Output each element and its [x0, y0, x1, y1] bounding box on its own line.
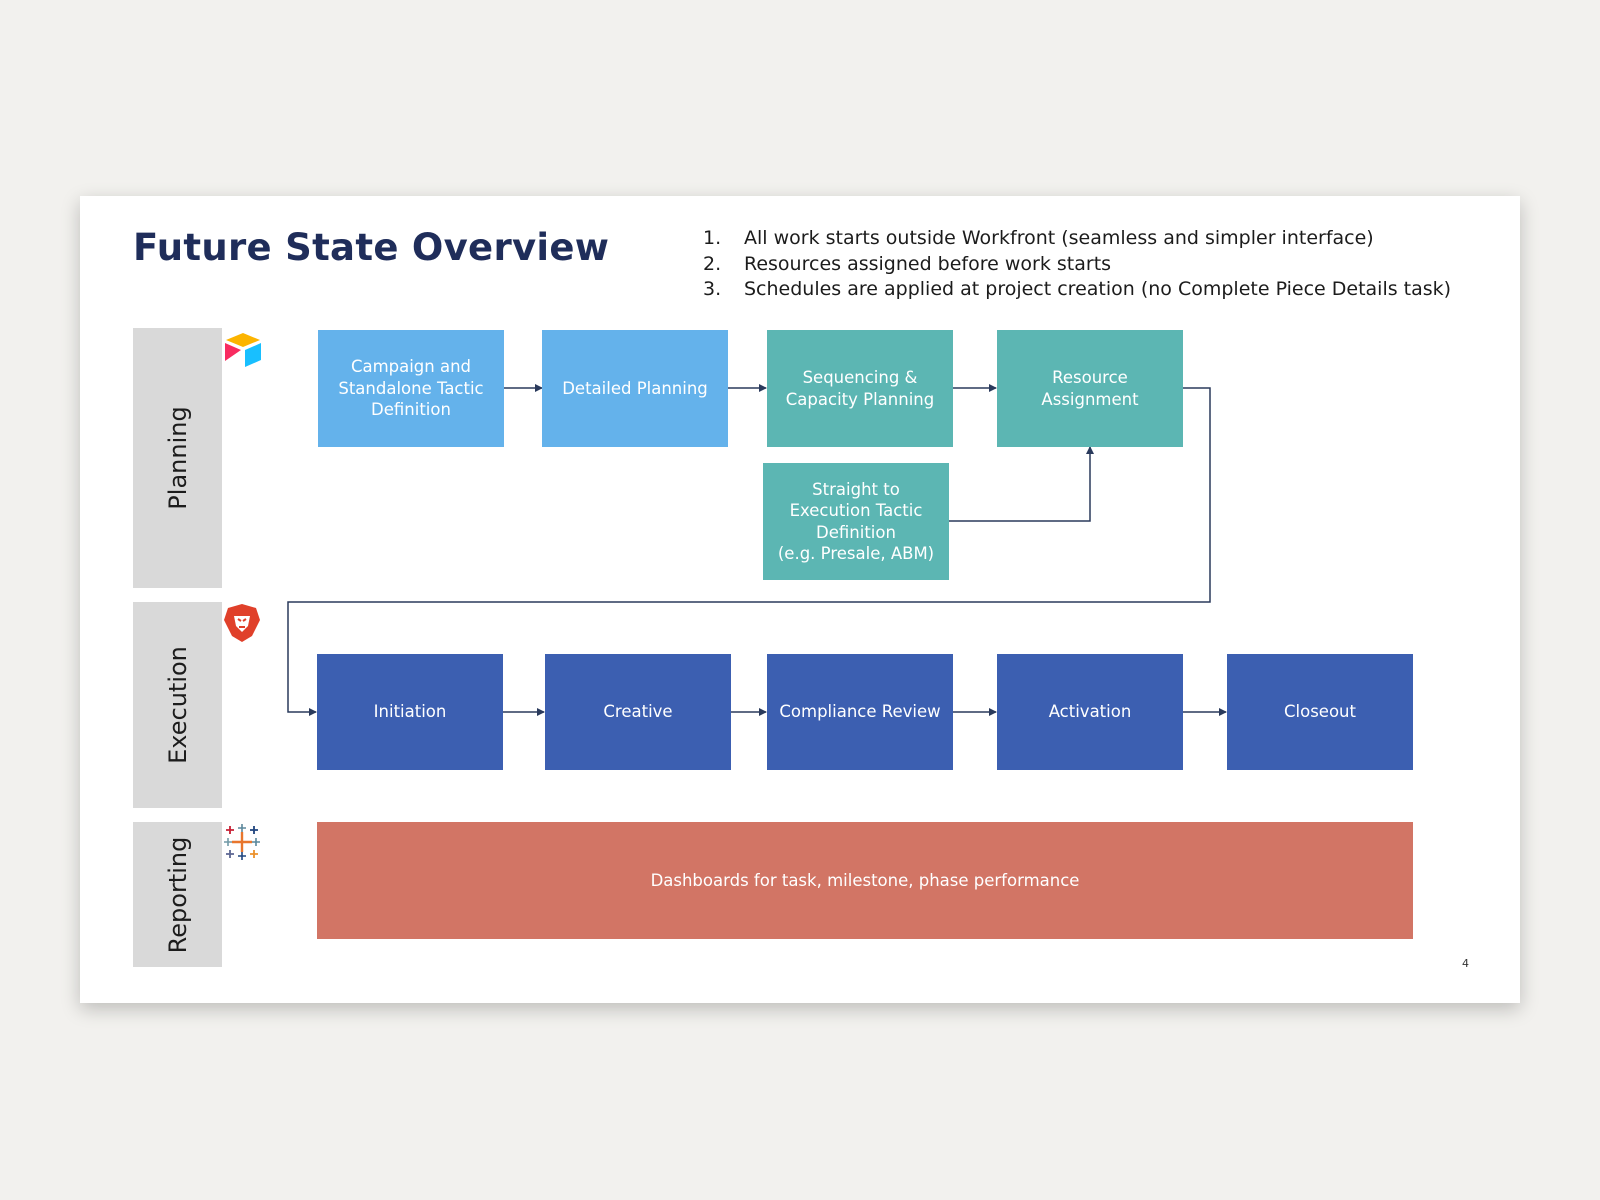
step-campaign-definition: Campaign and Standalone Tactic Definitio…	[318, 330, 504, 447]
step-closeout: Closeout	[1227, 654, 1413, 770]
reporting-dashboards: Dashboards for task, milestone, phase pe…	[317, 822, 1413, 939]
step-sequencing-capacity: Sequencing & Capacity Planning	[767, 330, 953, 447]
page-number: 4	[1462, 957, 1469, 970]
step-compliance-review: Compliance Review	[767, 654, 953, 770]
slide: Future State Overview 1. All work starts …	[80, 196, 1520, 1003]
step-detailed-planning: Detailed Planning	[542, 330, 728, 447]
step-creative: Creative	[545, 654, 731, 770]
step-resource-assignment: Resource Assignment	[997, 330, 1183, 447]
step-initiation: Initiation	[317, 654, 503, 770]
arrow-straight-to-resource	[949, 446, 1094, 522]
step-straight-to-execution: Straight to Execution Tactic Definition …	[763, 463, 949, 580]
step-activation: Activation	[997, 654, 1183, 770]
